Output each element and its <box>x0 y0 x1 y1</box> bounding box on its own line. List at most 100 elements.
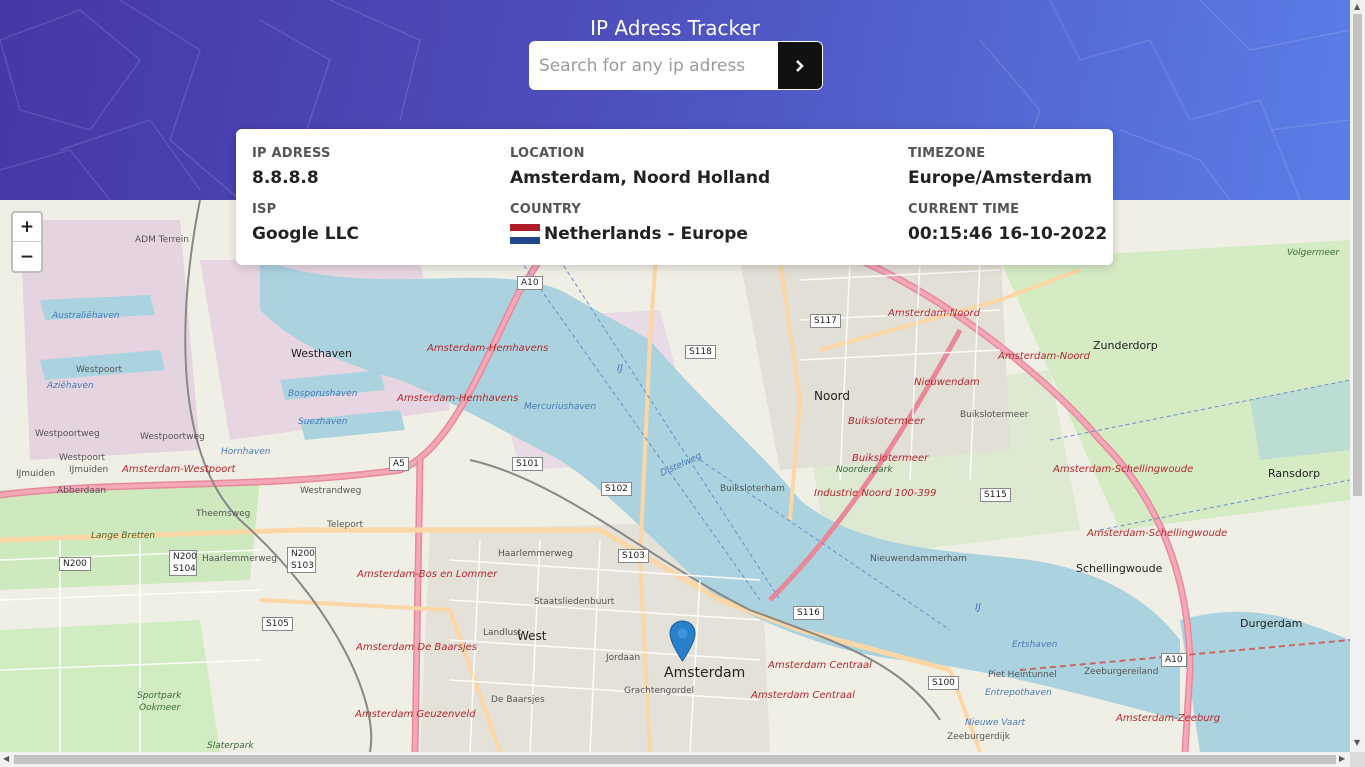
map-label-mercuriushaven: Mercuriushaven <box>524 402 597 412</box>
map-label-piet-heintunnel: Piet Heintunnel <box>988 670 1057 680</box>
map-label-haarlemmerweg-1: Haarlemmerweg <box>202 554 277 564</box>
current-time-value: 00:15:46 16-10-2022 <box>908 224 1108 244</box>
map-view[interactable]: Amsterdam Noord West Westhaven Zunderdor… <box>0 200 1350 752</box>
map-label-westpoort-station: Amsterdam-Westpoort <box>122 464 236 475</box>
map-label-slaterpark: Slaterpark <box>207 741 254 751</box>
map-label-ookmeer: Ookmeer <box>139 703 181 713</box>
zoom-out-button[interactable]: − <box>13 242 41 271</box>
scroll-right-icon[interactable]: ▶ <box>1339 754 1345 763</box>
search-submit-button[interactable] <box>778 41 823 90</box>
location-value: Amsterdam, Noord Holland <box>510 168 771 188</box>
map-label-geuzenveld: Amsterdam Geuzenveld <box>355 709 476 720</box>
scroll-up-icon[interactable]: ▲ <box>1354 2 1360 11</box>
map-label-theemsweg: Theemsweg <box>196 509 251 519</box>
map-label-de-baarsjes-station: Amsterdam De Baarsjes <box>356 642 477 653</box>
timezone-field: TIMEZONE Europe/Amsterdam <box>908 146 1092 188</box>
timezone-value: Europe/Amsterdam <box>908 168 1093 188</box>
map-label-noord: Noord <box>814 389 850 403</box>
country-field: COUNTRY Netherlands - Europe <box>510 202 748 244</box>
map-label-buiksloterham: Buiksloterham <box>720 484 785 494</box>
isp-label: ISP <box>252 202 277 217</box>
shield-s115: S115 <box>980 488 1011 502</box>
location-pin-icon <box>669 620 696 662</box>
map-label-jordaan: Jordaan <box>606 653 641 663</box>
current-time-field: CURRENT TIME 00:15:46 16-10-2022 <box>908 202 1107 244</box>
isp-value: Google LLC <box>252 224 359 244</box>
map-label-ij-1: IJ <box>617 363 623 374</box>
shield-s103: S103 <box>618 549 649 563</box>
map-label-nieuwendam: Nieuwendam <box>914 377 980 388</box>
shield-a10-east: A10 <box>1161 653 1187 667</box>
horizontal-scrollbar[interactable]: ◀ ▶ <box>0 752 1350 767</box>
map-label-amsterdam-noord-1: Amsterdam-Noord <box>888 308 980 319</box>
map-label-hemhavens-1: Amsterdam-Hemhavens <box>427 343 549 354</box>
location-field: LOCATION Amsterdam, Noord Holland <box>510 146 770 188</box>
shield-s105: S105 <box>262 617 293 631</box>
country-label: COUNTRY <box>510 202 582 217</box>
map-label-teleport: Teleport <box>327 520 363 530</box>
map-label-lange-bretten: Lange Bretten <box>91 531 156 541</box>
map-label-bos-en-lommer: Amsterdam-Bos en Lommer <box>357 569 498 580</box>
map-label-adm-terrein: ADM Terrein <box>135 235 190 245</box>
map-label-nieuwe-vaart: Nieuwe Vaart <box>965 718 1026 728</box>
country-row: Netherlands - Europe <box>510 224 748 244</box>
map-label-west: West <box>517 629 547 643</box>
map-label-centraal-1: Amsterdam Centraal <box>768 660 872 671</box>
netherlands-flag-icon <box>510 224 540 244</box>
ip-search-form <box>529 41 823 90</box>
map-label-bosporushaven: Bosporushaven <box>288 389 358 399</box>
scroll-down-icon[interactable]: ▼ <box>1354 738 1360 747</box>
vertical-scroll-thumb[interactable] <box>1353 14 1362 496</box>
shield-a5: A5 <box>389 457 409 471</box>
horizontal-scroll-thumb[interactable] <box>14 755 1336 764</box>
map-zoom-control: + − <box>11 211 43 273</box>
map-label-volgermeer: Volgermeer <box>1287 248 1340 258</box>
map-label-westrandweg: Westrandweg <box>300 486 362 496</box>
map-label-noorderpark: Noorderpark <box>836 465 893 475</box>
scrollbar-corner <box>1350 752 1365 767</box>
map-label-westpoort-2: Westpoort <box>59 453 106 463</box>
map-label-haarlemmerweg-2: Haarlemmerweg <box>498 549 573 559</box>
map-label-amsterdam-noord-2: Amsterdam-Noord <box>998 351 1090 362</box>
location-label: LOCATION <box>510 146 585 161</box>
location-marker[interactable] <box>669 620 696 666</box>
map-label-hornhaven: Hornhaven <box>221 447 271 457</box>
map-label-buikslotermeer-area: Buikslotermeer <box>960 410 1029 420</box>
map-label-entrepothaven: Entrepothaven <box>985 688 1052 698</box>
map-label-westhaven: Westhaven <box>291 347 353 360</box>
shield-s117: S117 <box>810 314 841 328</box>
map-label-grachtengordel: Grachtengordel <box>624 686 695 696</box>
map-label-zeeburg: Amsterdam-Zeeburg <box>1116 713 1221 724</box>
map-label-staatsliedenbuurt: Staatsliedenbuurt <box>534 597 615 607</box>
map-label-industrie-noord: Industrie Noord 100-399 <box>814 488 937 499</box>
country-value: Netherlands - Europe <box>544 224 748 244</box>
map-label-hemhavens-2: Amsterdam-Hemhavens <box>397 393 519 404</box>
map-label-landlust: Landlust <box>483 628 522 638</box>
shield-s101: S101 <box>512 457 543 471</box>
map-label-westpoortweg-2: Westpoortweg <box>140 432 205 442</box>
chevron-right-icon <box>796 59 804 72</box>
map-label-buikslotermeer-plein: Buikslotermeer <box>852 453 929 464</box>
shield-s102: S102 <box>601 482 632 496</box>
map-label-de-baarsjes: De Baarsjes <box>491 695 545 705</box>
shield-s116: S116 <box>793 606 824 620</box>
shield-n200-s103: N200 S103 <box>287 547 316 573</box>
page-title: IP Adress Tracker <box>590 16 760 40</box>
map-label-australiehaven: Australiëhaven <box>52 311 120 321</box>
map-label-buikslotermeer-station: Buikslotermeer <box>848 416 925 427</box>
map-label-schellingwoude-1: Amsterdam-Schellingwoude <box>1053 464 1194 475</box>
map-label-zeeburgereiland: Zeeburgereiland <box>1084 667 1159 677</box>
map-label-amsterdam: Amsterdam <box>664 665 746 681</box>
map-label-durgerdam: Durgerdam <box>1240 617 1303 630</box>
ip-search-input[interactable] <box>529 41 778 90</box>
zoom-in-button[interactable]: + <box>13 213 41 242</box>
vertical-scrollbar[interactable]: ▲ ▼ <box>1350 0 1365 752</box>
map-label-ertshaven: Ertshaven <box>1012 640 1058 650</box>
map-label-nieuwendammerham: Nieuwendammerham <box>870 554 967 564</box>
shield-s100: S100 <box>928 676 959 690</box>
scroll-left-icon[interactable]: ◀ <box>3 754 9 763</box>
map-label-schellingwoude: Schellingwoude <box>1076 562 1163 575</box>
map-label-westpoort-1: Westpoort <box>76 365 123 375</box>
isp-field: ISP Google LLC <box>252 202 359 244</box>
map-label-westpoortweg-1: Westpoortweg <box>35 429 100 439</box>
